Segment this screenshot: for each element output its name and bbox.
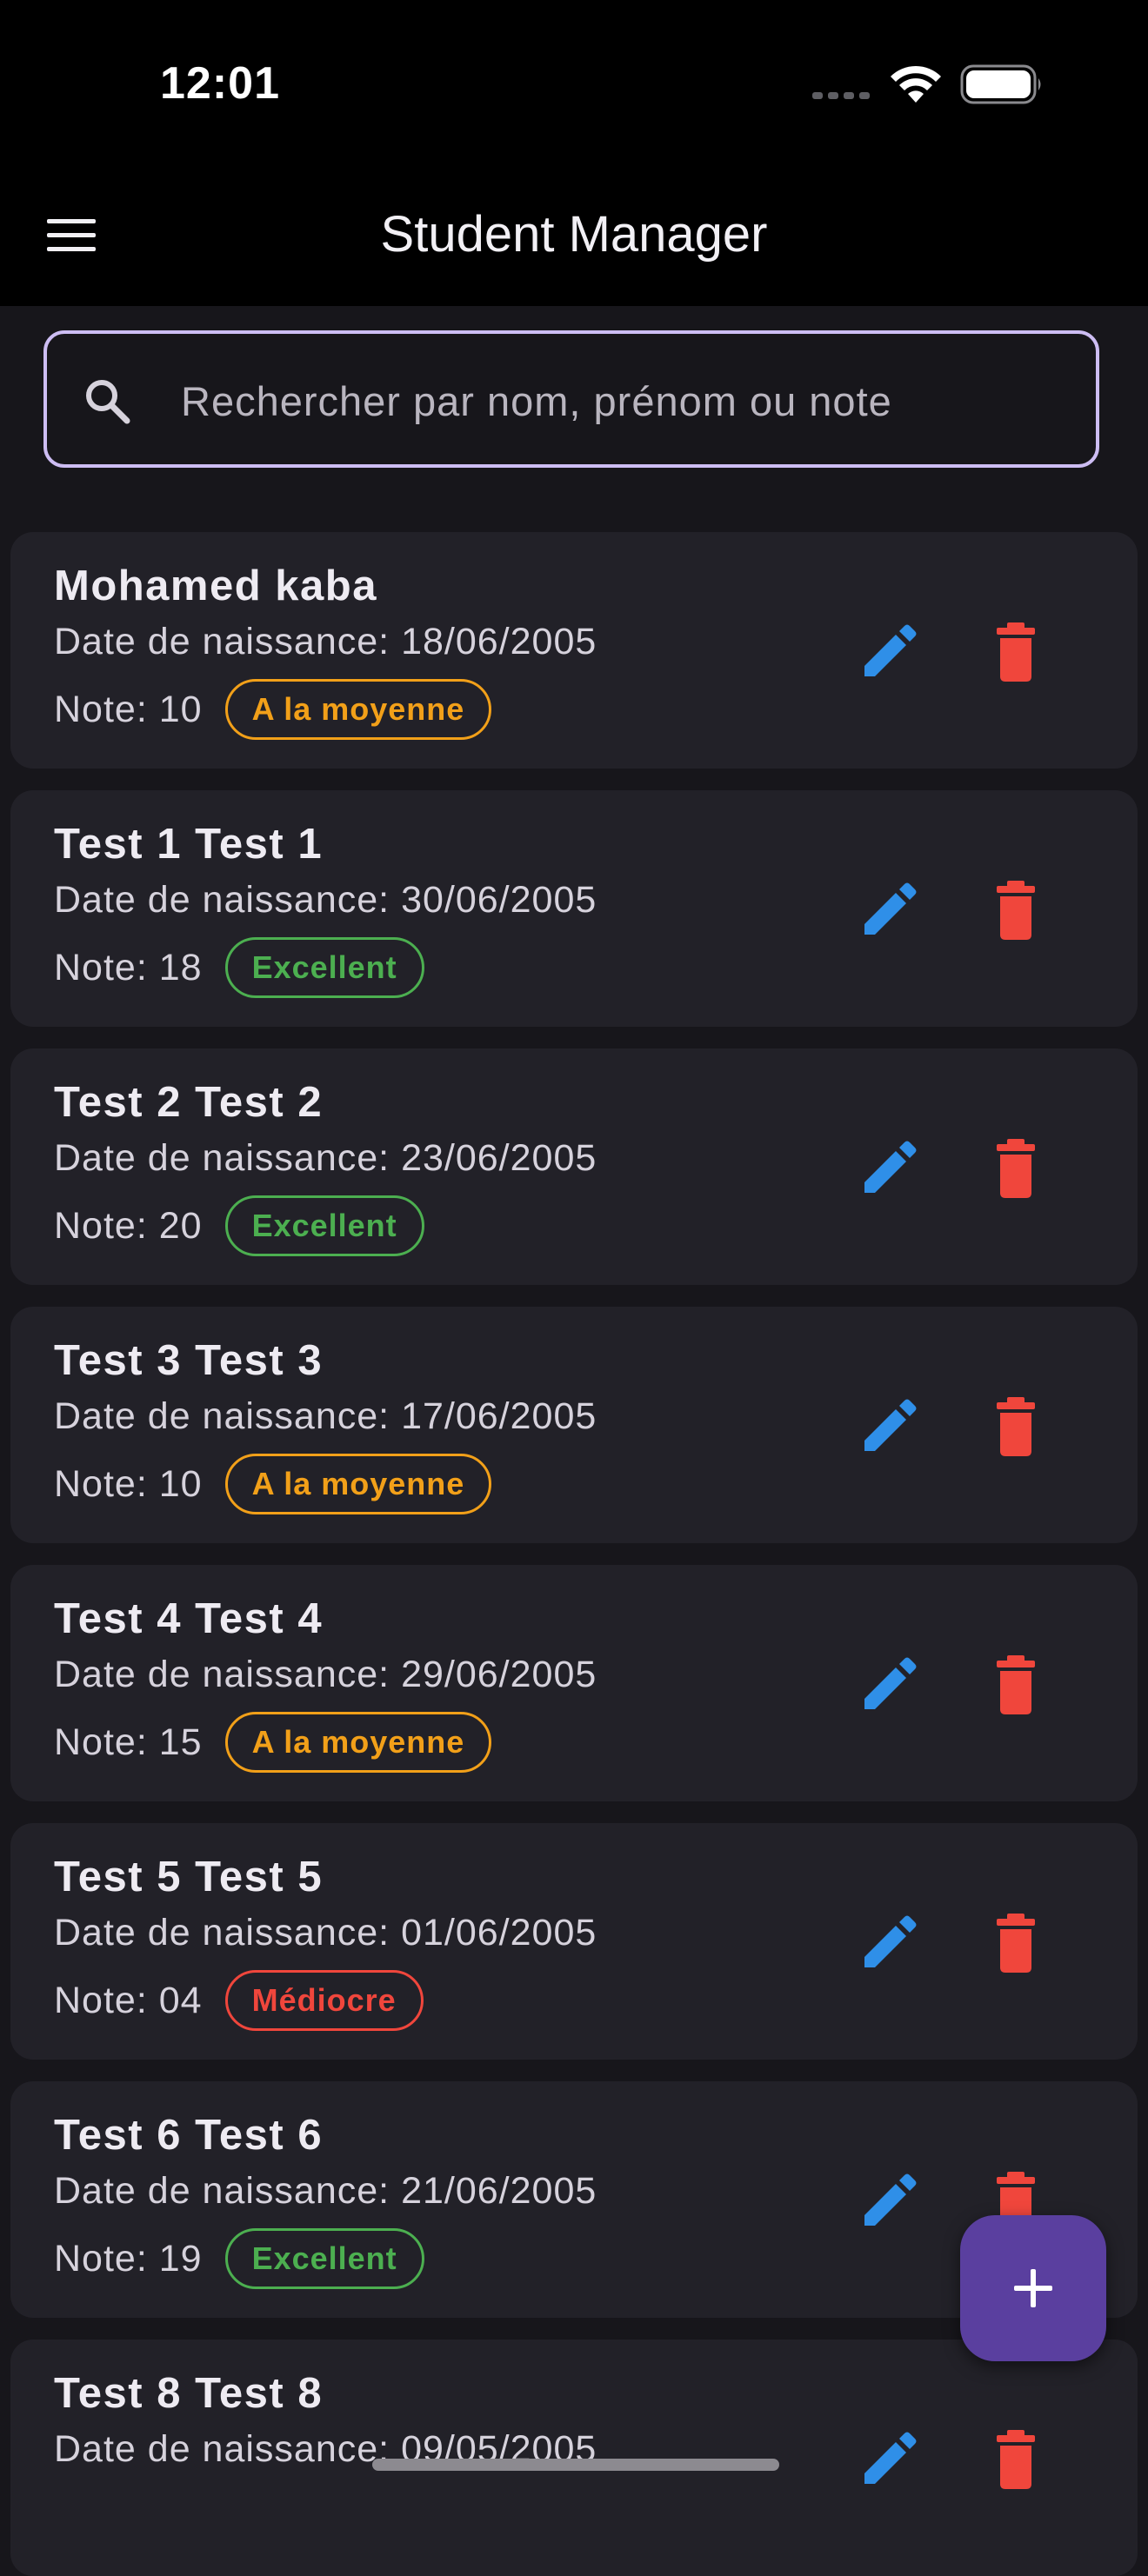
student-card[interactable]: Test 8 Test 8 Date de naissance: 09/05/20… bbox=[10, 2340, 1138, 2576]
note-row: Note: 19 Excellent bbox=[54, 2224, 424, 2293]
student-name: Mohamed kaba bbox=[54, 562, 377, 609]
plus-icon bbox=[1014, 2269, 1052, 2307]
student-card[interactable]: Test 4 Test 4 Date de naissance: 29/06/20… bbox=[10, 1565, 1138, 1801]
add-student-button[interactable] bbox=[960, 2215, 1106, 2361]
grade-badge: Excellent bbox=[224, 937, 424, 998]
note-row: Note: 10 A la moyenne bbox=[54, 675, 492, 744]
note-label: Note: bbox=[54, 1462, 159, 1505]
trash-icon[interactable] bbox=[979, 1907, 1052, 1980]
trash-icon[interactable] bbox=[979, 1132, 1052, 1205]
birthdate-value: 21/06/2005 bbox=[401, 2170, 597, 2212]
student-birthdate: Date de naissance: 01/06/2005 bbox=[54, 1912, 597, 1954]
birthdate-value: 17/06/2005 bbox=[401, 1395, 597, 1437]
trash-icon[interactable] bbox=[979, 616, 1052, 689]
status-bar: 12:01 bbox=[0, 0, 1148, 174]
note-label: Note: bbox=[54, 1721, 159, 1763]
birthdate-label: Date de naissance: bbox=[54, 1654, 402, 1695]
birthdate-value: 30/06/2005 bbox=[401, 879, 597, 921]
note-row: Note: 15 A la moyenne bbox=[54, 1707, 492, 1777]
student-card[interactable]: Test 1 Test 1 Date de naissance: 30/06/20… bbox=[10, 790, 1138, 1027]
birthdate-label: Date de naissance: bbox=[54, 1395, 402, 1437]
pencil-icon[interactable] bbox=[852, 1907, 925, 1980]
student-name: Test 3 Test 3 bbox=[54, 1337, 324, 1384]
pencil-icon[interactable] bbox=[852, 874, 925, 947]
note-value: 10 bbox=[158, 1462, 203, 1505]
grade-badge: Médiocre bbox=[224, 1970, 424, 2031]
birthdate-value: 01/06/2005 bbox=[401, 1912, 597, 1954]
note-row: Note: 10 A la moyenne bbox=[54, 1449, 492, 1519]
note-value: 18 bbox=[158, 946, 203, 988]
birthdate-label: Date de naissance: bbox=[54, 2170, 402, 2212]
pencil-icon[interactable] bbox=[852, 1648, 925, 1721]
note-label: Note: bbox=[54, 946, 159, 988]
trash-icon[interactable] bbox=[979, 1390, 1052, 1463]
note-value: 20 bbox=[158, 1204, 203, 1247]
birthdate-label: Date de naissance: bbox=[54, 621, 402, 662]
grade-badge: A la moyenne bbox=[224, 1454, 492, 1514]
birthdate-value: 18/06/2005 bbox=[401, 621, 597, 662]
student-birthdate: Date de naissance: 30/06/2005 bbox=[54, 879, 597, 922]
student-birthdate: Date de naissance: 18/06/2005 bbox=[54, 621, 597, 663]
note-label: Note: bbox=[54, 2237, 159, 2280]
note-value: 04 bbox=[158, 1979, 203, 2021]
pencil-icon[interactable] bbox=[852, 1390, 925, 1463]
status-time: 12:01 bbox=[160, 58, 280, 109]
search-input[interactable] bbox=[179, 365, 1061, 436]
trash-icon[interactable] bbox=[979, 2423, 1052, 2496]
battery-icon bbox=[960, 64, 1041, 104]
student-name: Test 8 Test 8 bbox=[54, 2370, 324, 2417]
note-row: Note: 04 Médiocre bbox=[54, 1966, 424, 2035]
pencil-icon[interactable] bbox=[852, 2423, 925, 2496]
page-title: Student Manager bbox=[380, 206, 768, 263]
student-name: Test 5 Test 5 bbox=[54, 1854, 324, 1900]
search-field[interactable] bbox=[43, 330, 1099, 468]
search-icon bbox=[86, 380, 130, 424]
student-birthdate: Date de naissance: 29/06/2005 bbox=[54, 1654, 597, 1696]
birthdate-label: Date de naissance: bbox=[54, 1912, 402, 1954]
student-card[interactable]: Mohamed kaba Date de naissance: 18/06/200… bbox=[10, 532, 1138, 769]
student-card[interactable]: Test 2 Test 2 Date de naissance: 23/06/20… bbox=[10, 1048, 1138, 1285]
birthdate-label: Date de naissance: bbox=[54, 1137, 402, 1179]
student-card[interactable]: Test 3 Test 3 Date de naissance: 17/06/20… bbox=[10, 1307, 1138, 1543]
note-row: Note: 18 Excellent bbox=[54, 933, 424, 1002]
student-name: Test 6 Test 6 bbox=[54, 2112, 324, 2159]
student-name: Test 1 Test 1 bbox=[54, 821, 324, 868]
birthdate-label: Date de naissance: bbox=[54, 879, 402, 921]
note-value: 15 bbox=[158, 1721, 203, 1763]
note-label: Note: bbox=[54, 1204, 159, 1247]
student-birthdate: Date de naissance: 21/06/2005 bbox=[54, 2170, 597, 2213]
grade-badge: A la moyenne bbox=[224, 679, 492, 740]
student-card[interactable]: Test 5 Test 5 Date de naissance: 01/06/20… bbox=[10, 1823, 1138, 2060]
pencil-icon[interactable] bbox=[852, 2165, 925, 2238]
wifi-icon bbox=[891, 65, 941, 103]
birthdate-label: Date de naissance: bbox=[54, 2428, 402, 2470]
trash-icon[interactable] bbox=[979, 1648, 1052, 1721]
birthdate-value: 29/06/2005 bbox=[401, 1654, 597, 1695]
note-label: Note: bbox=[54, 1979, 159, 2021]
student-name: Test 2 Test 2 bbox=[54, 1079, 324, 1126]
student-name: Test 4 Test 4 bbox=[54, 1595, 324, 1642]
birthdate-value: 23/06/2005 bbox=[401, 1137, 597, 1179]
student-birthdate: Date de naissance: 23/06/2005 bbox=[54, 1137, 597, 1180]
note-value: 19 bbox=[158, 2237, 203, 2280]
grade-badge: A la moyenne bbox=[224, 1712, 492, 1773]
cellular-signal-icon bbox=[812, 92, 870, 99]
note-label: Note: bbox=[54, 688, 159, 730]
grade-badge: Excellent bbox=[224, 1195, 424, 1256]
note-value: 10 bbox=[158, 688, 203, 730]
pencil-icon[interactable] bbox=[852, 616, 925, 689]
pencil-icon[interactable] bbox=[852, 1132, 925, 1205]
note-row: Note: 20 Excellent bbox=[54, 1191, 424, 1261]
home-indicator bbox=[372, 2459, 779, 2471]
trash-icon[interactable] bbox=[979, 874, 1052, 947]
grade-badge: Excellent bbox=[224, 2228, 424, 2289]
student-birthdate: Date de naissance: 17/06/2005 bbox=[54, 1395, 597, 1438]
